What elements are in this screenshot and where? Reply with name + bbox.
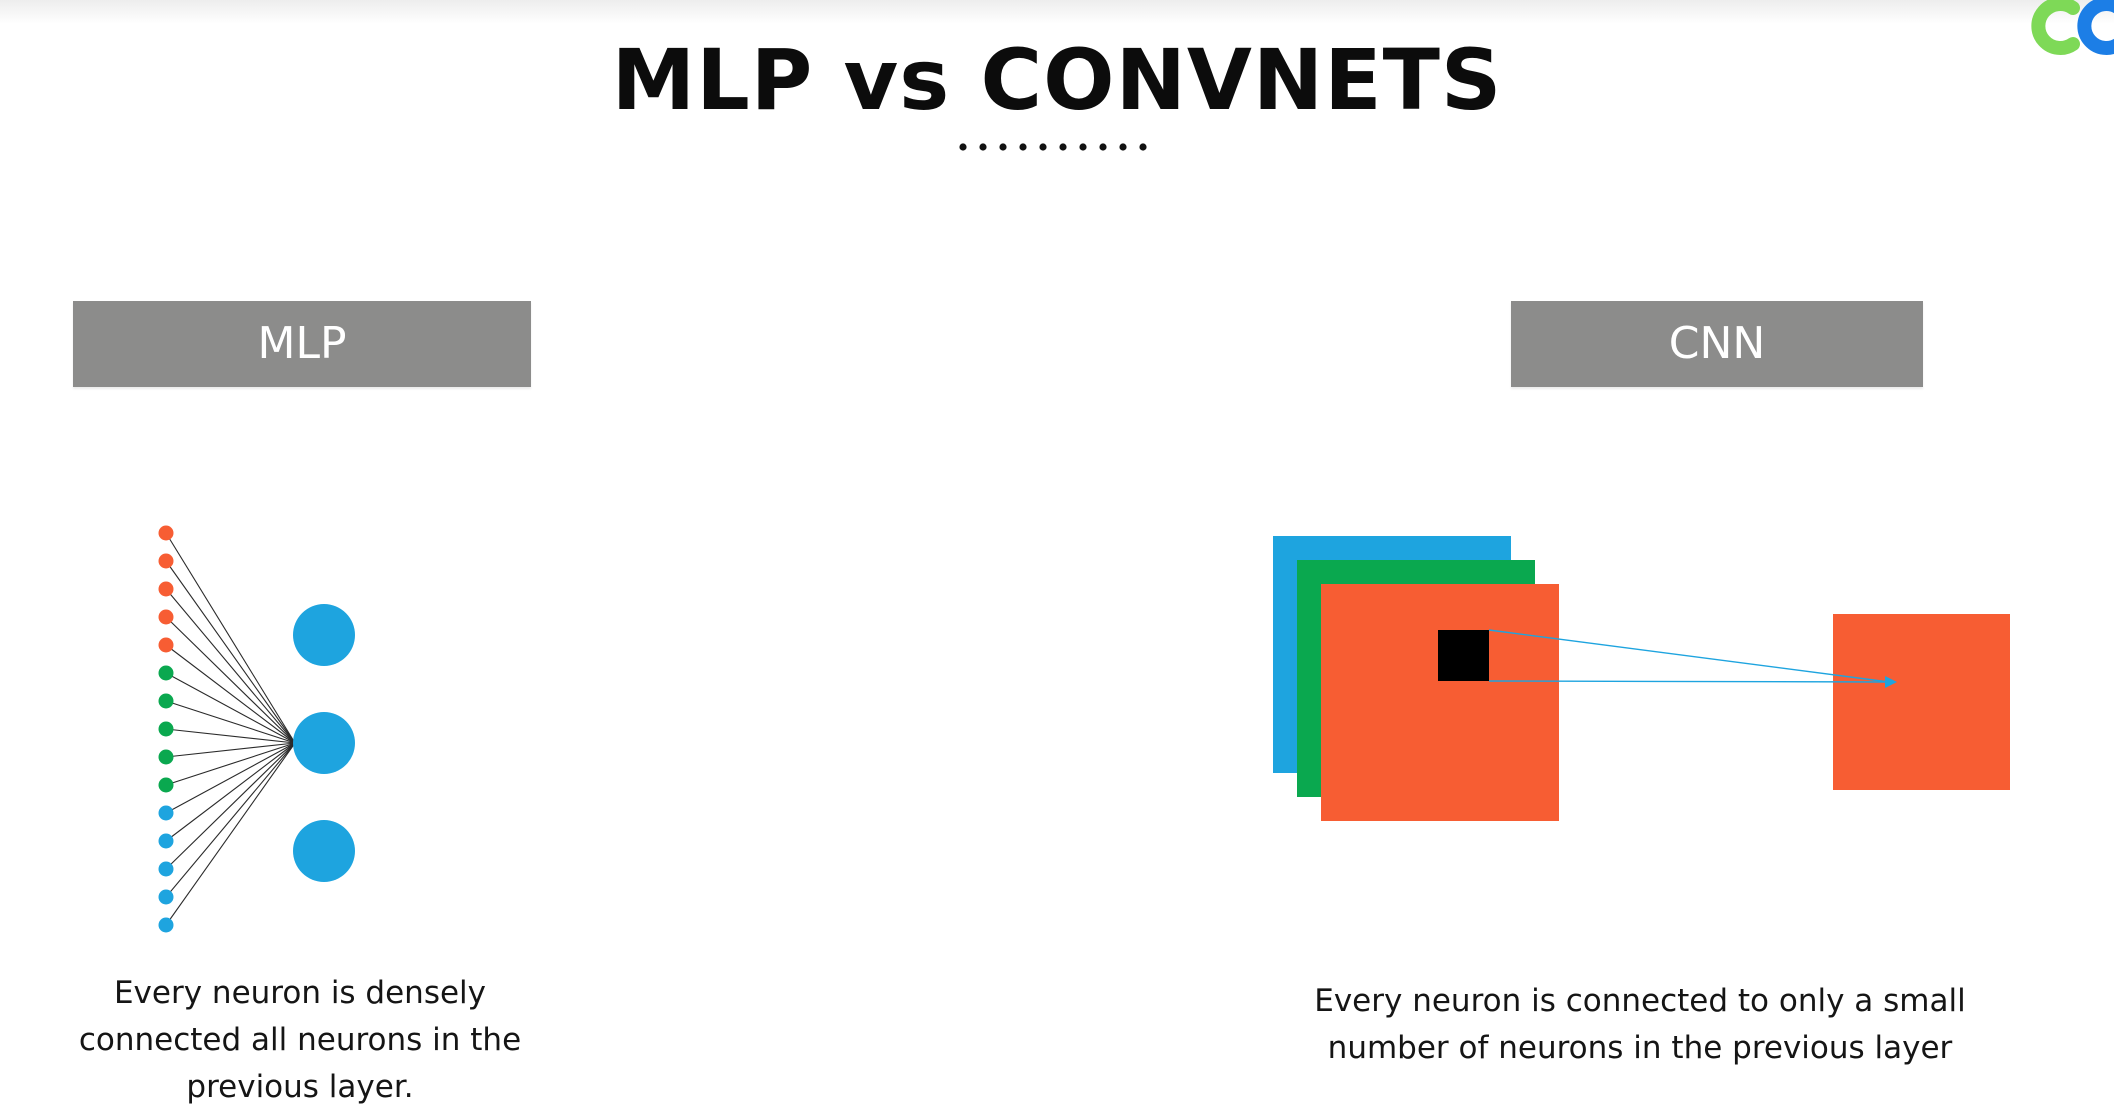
- mlp-input-neuron: [158, 777, 174, 793]
- mlp-input-neuron: [158, 581, 174, 597]
- mlp-connection-line: [165, 672, 296, 744]
- mlp-connection-line: [165, 742, 296, 758]
- mlp-input-neuron: [158, 693, 174, 709]
- mlp-input-neuron: [158, 861, 174, 877]
- mlp-connection-line: [165, 560, 296, 744]
- cnn-receptive-field-diagram: [1273, 536, 2010, 821]
- cnn-output-feature-map: [1833, 614, 2010, 790]
- mlp-input-neuron: [158, 749, 174, 765]
- cnn-label-banner: CNN: [1511, 301, 1923, 387]
- mlp-input-neuron: [158, 721, 174, 737]
- mlp-caption: Every neuron is densely connected all ne…: [78, 975, 522, 1105]
- mlp-network-diagram: [158, 525, 355, 933]
- cnn-receptive-field-arrow: [1488, 680, 1890, 683]
- cnn-input-channels: [1273, 536, 1559, 821]
- mlp-output-layer: [293, 604, 355, 882]
- slide-title: MLP vs CONVNETS: [611, 31, 1503, 129]
- mlp-output-neuron: [293, 604, 355, 666]
- mlp-input-neuron: [158, 889, 174, 905]
- mlp-label-banner: MLP: [73, 301, 531, 387]
- mlp-connection-line: [165, 742, 296, 786]
- mlp-input-neuron: [158, 917, 174, 933]
- mlp-connection-line: [165, 742, 296, 842]
- mlp-input-neuron: [158, 833, 174, 849]
- mlp-input-neuron: [158, 805, 174, 821]
- mlp-connection-line: [165, 616, 296, 744]
- mlp-connection-line: [165, 742, 296, 814]
- mlp-connection-line: [165, 728, 296, 744]
- cnn-caption: Every neuron is connected to only a smal…: [1314, 983, 1966, 1066]
- title-divider-dots: [959, 143, 1147, 151]
- mlp-connection-line: [165, 588, 296, 744]
- mlp-input-neuron: [158, 665, 174, 681]
- cnn-channel-orange: [1321, 584, 1559, 821]
- brand-logo-icon: [2031, 0, 2114, 55]
- mlp-input-neuron: [158, 553, 174, 569]
- mlp-input-neuron: [158, 525, 174, 541]
- mlp-connection-line: [165, 644, 296, 744]
- cnn-kernel-window: [1438, 630, 1489, 681]
- mlp-connection-lines: [165, 532, 296, 926]
- top-fade: [0, 0, 2114, 24]
- mlp-connection-line: [165, 532, 296, 744]
- mlp-input-neuron: [158, 609, 174, 625]
- mlp-output-neuron: [293, 712, 355, 774]
- mlp-connection-line: [165, 742, 296, 870]
- mlp-input-neuron: [158, 637, 174, 653]
- mlp-connection-line: [165, 742, 296, 926]
- mlp-output-neuron: [293, 820, 355, 882]
- mlp-connection-line: [165, 742, 296, 898]
- mlp-connection-line: [165, 700, 296, 744]
- mlp-input-layer: [158, 525, 174, 933]
